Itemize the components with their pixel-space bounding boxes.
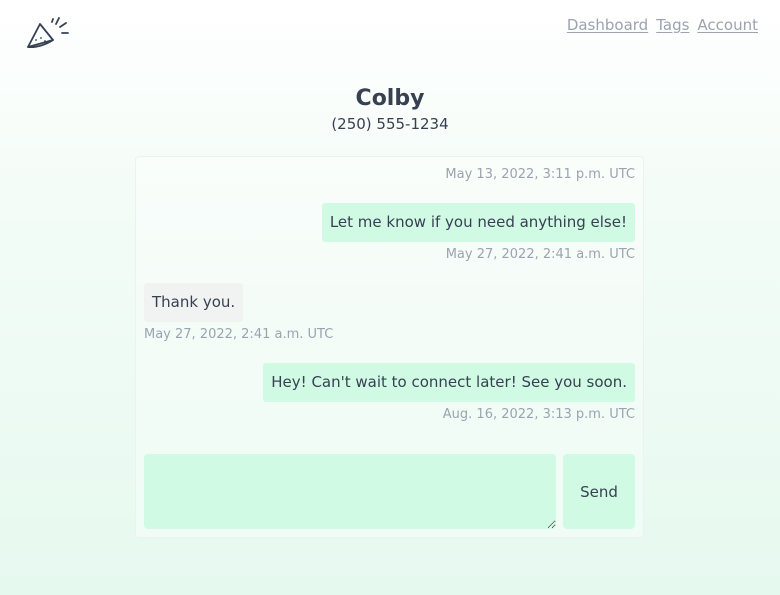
outgoing-message: Let me know if you need anything else! xyxy=(321,203,635,242)
contact-phone: (250) 555-1234 xyxy=(331,115,449,133)
outgoing-message: Hey! Can't wait to connect later! See yo… xyxy=(263,363,635,402)
party-popper-icon xyxy=(27,17,69,49)
message-timestamp: May 27, 2022, 2:41 a.m. UTC xyxy=(144,327,334,342)
message-input[interactable] xyxy=(144,454,556,529)
message-thread: May 13, 2022, 3:11 p.m. UTC Let me know … xyxy=(135,156,644,538)
message-timestamp: May 27, 2022, 2:41 a.m. UTC xyxy=(445,247,635,262)
contact-header: Colby (250) 555-1234 xyxy=(0,84,780,133)
send-button[interactable]: Send xyxy=(563,454,635,529)
logo[interactable] xyxy=(25,14,71,54)
nav-account-link[interactable]: Account xyxy=(697,16,758,34)
contact-name: Colby xyxy=(355,86,425,111)
message-timestamp: Aug. 16, 2022, 3:13 p.m. UTC xyxy=(442,407,635,422)
nav-dashboard-link[interactable]: Dashboard xyxy=(567,16,648,34)
nav-tags-link[interactable]: Tags xyxy=(656,16,689,34)
message-timestamp: May 13, 2022, 3:11 p.m. UTC xyxy=(445,167,635,182)
top-nav: Dashboard Tags Account xyxy=(567,16,758,34)
incoming-message: Thank you. xyxy=(144,283,244,322)
